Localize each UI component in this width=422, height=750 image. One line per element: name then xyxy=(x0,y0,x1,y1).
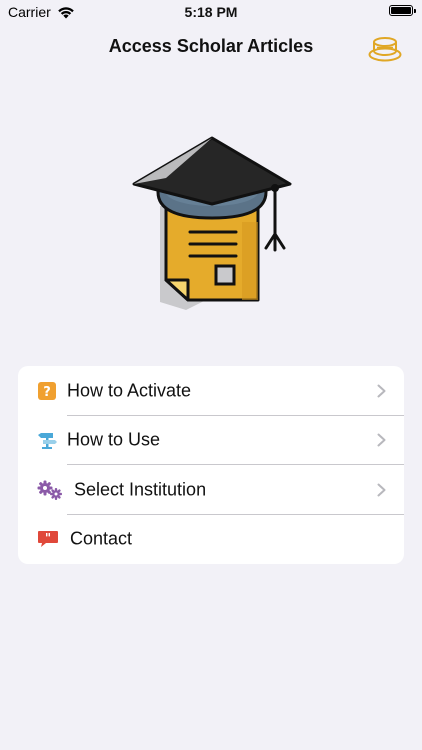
chevron-right-icon xyxy=(377,433,386,447)
battery-level xyxy=(391,7,411,14)
menu-item-contact[interactable]: " Contact xyxy=(18,515,404,565)
menu-list: ? How to Activate How to Use Select Inst… xyxy=(18,366,404,564)
menu-item-label: How to Use xyxy=(67,429,161,450)
page-title: Access Scholar Articles xyxy=(108,36,314,56)
chevron-right-icon xyxy=(377,483,386,497)
svg-text:": " xyxy=(45,531,51,545)
question-mark-icon: ? xyxy=(38,381,56,400)
battery-icon xyxy=(389,5,416,16)
menu-item-select-institution[interactable]: Select Institution xyxy=(18,465,404,515)
menu-item-how-to-use[interactable]: How to Use xyxy=(18,416,404,465)
gears-icon xyxy=(37,480,62,500)
status-bar: Carrier 5:18 PM xyxy=(0,0,422,26)
coffee-cup-icon[interactable] xyxy=(368,33,402,63)
menu-item-label: Select Institution xyxy=(74,479,207,500)
graduation-cap-document-icon xyxy=(132,136,292,310)
svg-text:?: ? xyxy=(43,385,51,400)
menu-item-label: Contact xyxy=(70,528,133,549)
menu-item-how-to-activate[interactable]: ? How to Activate xyxy=(18,366,404,416)
status-time: 5:18 PM xyxy=(184,4,238,20)
chevron-right-icon xyxy=(377,384,386,398)
menu-item-label: How to Activate xyxy=(67,380,192,401)
speech-bubble-quote-icon: " xyxy=(38,531,58,548)
signpost-icon xyxy=(38,433,57,450)
